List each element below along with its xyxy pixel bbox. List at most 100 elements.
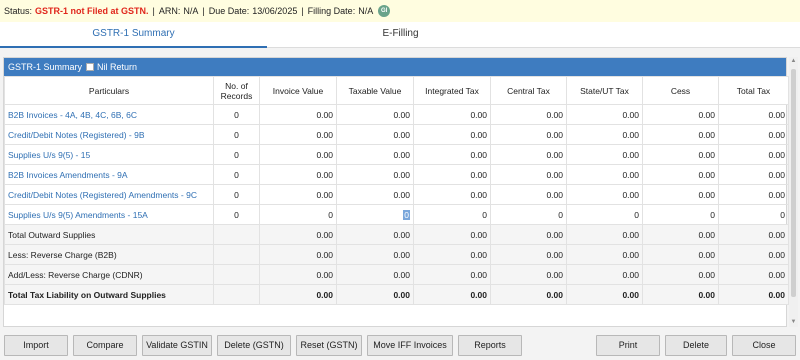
separator: | — [202, 6, 205, 16]
row-integrated-tax: 0.00 — [413, 224, 491, 245]
summary-table: Particulars No. of Records Invoice Value… — [4, 76, 789, 305]
panel-title: GSTR-1 Summary — [8, 62, 83, 72]
row-records — [213, 224, 260, 245]
row-taxable-value: 0.00 — [336, 244, 414, 265]
row-particulars[interactable]: Credit/Debit Notes (Registered) Amendmen… — [4, 184, 214, 205]
row-particulars[interactable]: Credit/Debit Notes (Registered) - 9B — [4, 124, 214, 145]
row-particulars[interactable]: Supplies U/s 9(5) Amendments - 15A — [4, 204, 214, 225]
status-bar: Status: GSTR-1 not Filed at GSTN. | ARN:… — [0, 0, 800, 22]
tab-bar: GSTR-1 Summary E-Filling — [0, 22, 800, 48]
row-invoice-value: 0.00 — [259, 104, 337, 125]
row-state-ut-tax: 0.00 — [566, 224, 643, 245]
delete-button[interactable]: Delete — [665, 335, 727, 356]
row-cess: 0.00 — [642, 184, 719, 205]
row-taxable-value: 0.00 — [336, 224, 414, 245]
import-button[interactable]: Import — [4, 335, 68, 356]
due-date-label: Due Date: — [208, 6, 250, 16]
table-row[interactable]: Supplies U/s 9(5) Amendments - 15A 0 0 0… — [4, 204, 789, 225]
table-row[interactable]: Credit/Debit Notes (Registered) - 9B 0 0… — [4, 124, 789, 145]
row-central-tax: 0.00 — [490, 244, 567, 265]
row-records: 0 — [213, 184, 260, 205]
scroll-up-icon[interactable]: ▲ — [790, 58, 797, 65]
row-taxable-value: 0.00 — [336, 284, 414, 305]
reset-gstn-button[interactable]: Reset (GSTN) — [296, 335, 362, 356]
table-total-row: Total Tax Liability on Outward Supplies … — [4, 284, 789, 305]
close-button[interactable]: Close — [732, 335, 796, 356]
table-row[interactable]: B2B Invoices Amendments - 9A 0 0.00 0.00… — [4, 164, 789, 185]
table-row[interactable]: B2B Invoices - 4A, 4B, 4C, 6B, 6C 0 0.00… — [4, 104, 789, 125]
row-particulars[interactable]: B2B Invoices - 4A, 4B, 4C, 6B, 6C — [4, 104, 214, 125]
col-header-total-tax[interactable]: Total Tax — [718, 76, 789, 105]
col-header-integrated-tax[interactable]: Integrated Tax — [413, 76, 491, 105]
delete-gstn-button[interactable]: Delete (GSTN) — [217, 335, 291, 356]
row-cess: 0.00 — [642, 224, 719, 245]
row-total-tax: 0.00 — [718, 264, 789, 285]
row-invoice-value: 0.00 — [259, 244, 337, 265]
row-central-tax: 0.00 — [490, 144, 567, 165]
row-invoice-value: 0.00 — [259, 264, 337, 285]
row-total-tax: 0.00 — [718, 224, 789, 245]
row-total-tax: 0.00 — [718, 284, 789, 305]
compare-button[interactable]: Compare — [73, 335, 137, 356]
row-records — [213, 284, 260, 305]
row-invoice-value: 0.00 — [259, 284, 337, 305]
tab-gstr1-summary[interactable]: GSTR-1 Summary — [0, 22, 267, 48]
row-total-tax: 0.00 — [718, 244, 789, 265]
vertical-scrollbar[interactable]: ▲ ▼ — [789, 57, 798, 327]
row-state-ut-tax[interactable]: 0 — [566, 204, 643, 225]
row-central-tax: 0.00 — [490, 164, 567, 185]
row-cess: 0.00 — [642, 144, 719, 165]
col-header-records[interactable]: No. of Records — [213, 76, 260, 105]
col-header-particulars[interactable]: Particulars — [4, 76, 214, 105]
row-central-tax: 0.00 — [490, 284, 567, 305]
row-integrated-tax: 0.00 — [413, 144, 491, 165]
nil-return-label: Nil Return — [97, 62, 138, 72]
col-header-cess[interactable]: Cess — [642, 76, 719, 105]
row-central-tax[interactable]: 0 — [490, 204, 567, 225]
row-records: 0 — [213, 204, 260, 225]
validate-gstin-button[interactable]: Validate GSTIN — [142, 335, 212, 356]
reports-button[interactable]: Reports — [458, 335, 522, 356]
col-header-central-tax[interactable]: Central Tax — [490, 76, 567, 105]
button-bar: Import Compare Validate GSTIN Delete (GS… — [0, 332, 800, 360]
row-state-ut-tax: 0.00 — [566, 284, 643, 305]
row-state-ut-tax: 0.00 — [566, 104, 643, 125]
row-records — [213, 244, 260, 265]
row-integrated-tax[interactable]: 0 — [413, 204, 491, 225]
row-invoice-value: 0.00 — [259, 164, 337, 185]
row-state-ut-tax: 0.00 — [566, 264, 643, 285]
print-button[interactable]: Print — [596, 335, 660, 356]
gi-badge-icon[interactable]: GI — [378, 5, 391, 17]
scroll-down-icon[interactable]: ▼ — [790, 319, 797, 326]
row-cess: 0.00 — [642, 124, 719, 145]
table-row: Less: Reverse Charge (B2B) 0.00 0.00 0.0… — [4, 244, 789, 265]
status-value: GSTR-1 not Filed at GSTN. — [35, 6, 149, 16]
move-iff-invoices-button[interactable]: Move IFF Invoices — [367, 335, 453, 356]
row-cess[interactable]: 0 — [642, 204, 719, 225]
tab-e-filling[interactable]: E-Filling — [267, 22, 534, 48]
filing-date-value: N/A — [358, 6, 374, 16]
col-header-invoice-value[interactable]: Invoice Value — [259, 76, 337, 105]
table-row[interactable]: Supplies U/s 9(5) - 15 0 0.00 0.00 0.00 … — [4, 144, 789, 165]
table-row[interactable]: Credit/Debit Notes (Registered) Amendmen… — [4, 184, 789, 205]
row-integrated-tax: 0.00 — [413, 184, 491, 205]
nil-return-checkbox[interactable] — [86, 63, 95, 71]
col-header-state-ut-tax[interactable]: State/UT Tax — [566, 76, 643, 105]
row-integrated-tax: 0.00 — [413, 284, 491, 305]
row-total-tax: 0 — [718, 204, 789, 225]
row-central-tax: 0.00 — [490, 124, 567, 145]
arn-label: ARN: — [158, 6, 181, 16]
row-central-tax: 0.00 — [490, 104, 567, 125]
selected-cell-text[interactable]: 0 — [403, 209, 410, 220]
filing-date-label: Filling Date: — [307, 6, 356, 16]
summary-panel: GSTR-1 Summary Nil Return Particulars No… — [3, 57, 789, 327]
row-invoice-value: 0.00 — [259, 224, 337, 245]
row-particulars[interactable]: B2B Invoices Amendments - 9A — [4, 164, 214, 185]
row-particulars[interactable]: Supplies U/s 9(5) - 15 — [4, 144, 214, 165]
scrollbar-thumb[interactable] — [791, 69, 796, 297]
col-header-taxable-value[interactable]: Taxable Value — [336, 76, 414, 105]
row-invoice-value[interactable]: 0 — [259, 204, 337, 225]
row-taxable-value-selected[interactable]: 0 — [336, 204, 414, 225]
row-state-ut-tax: 0.00 — [566, 244, 643, 265]
row-central-tax: 0.00 — [490, 184, 567, 205]
